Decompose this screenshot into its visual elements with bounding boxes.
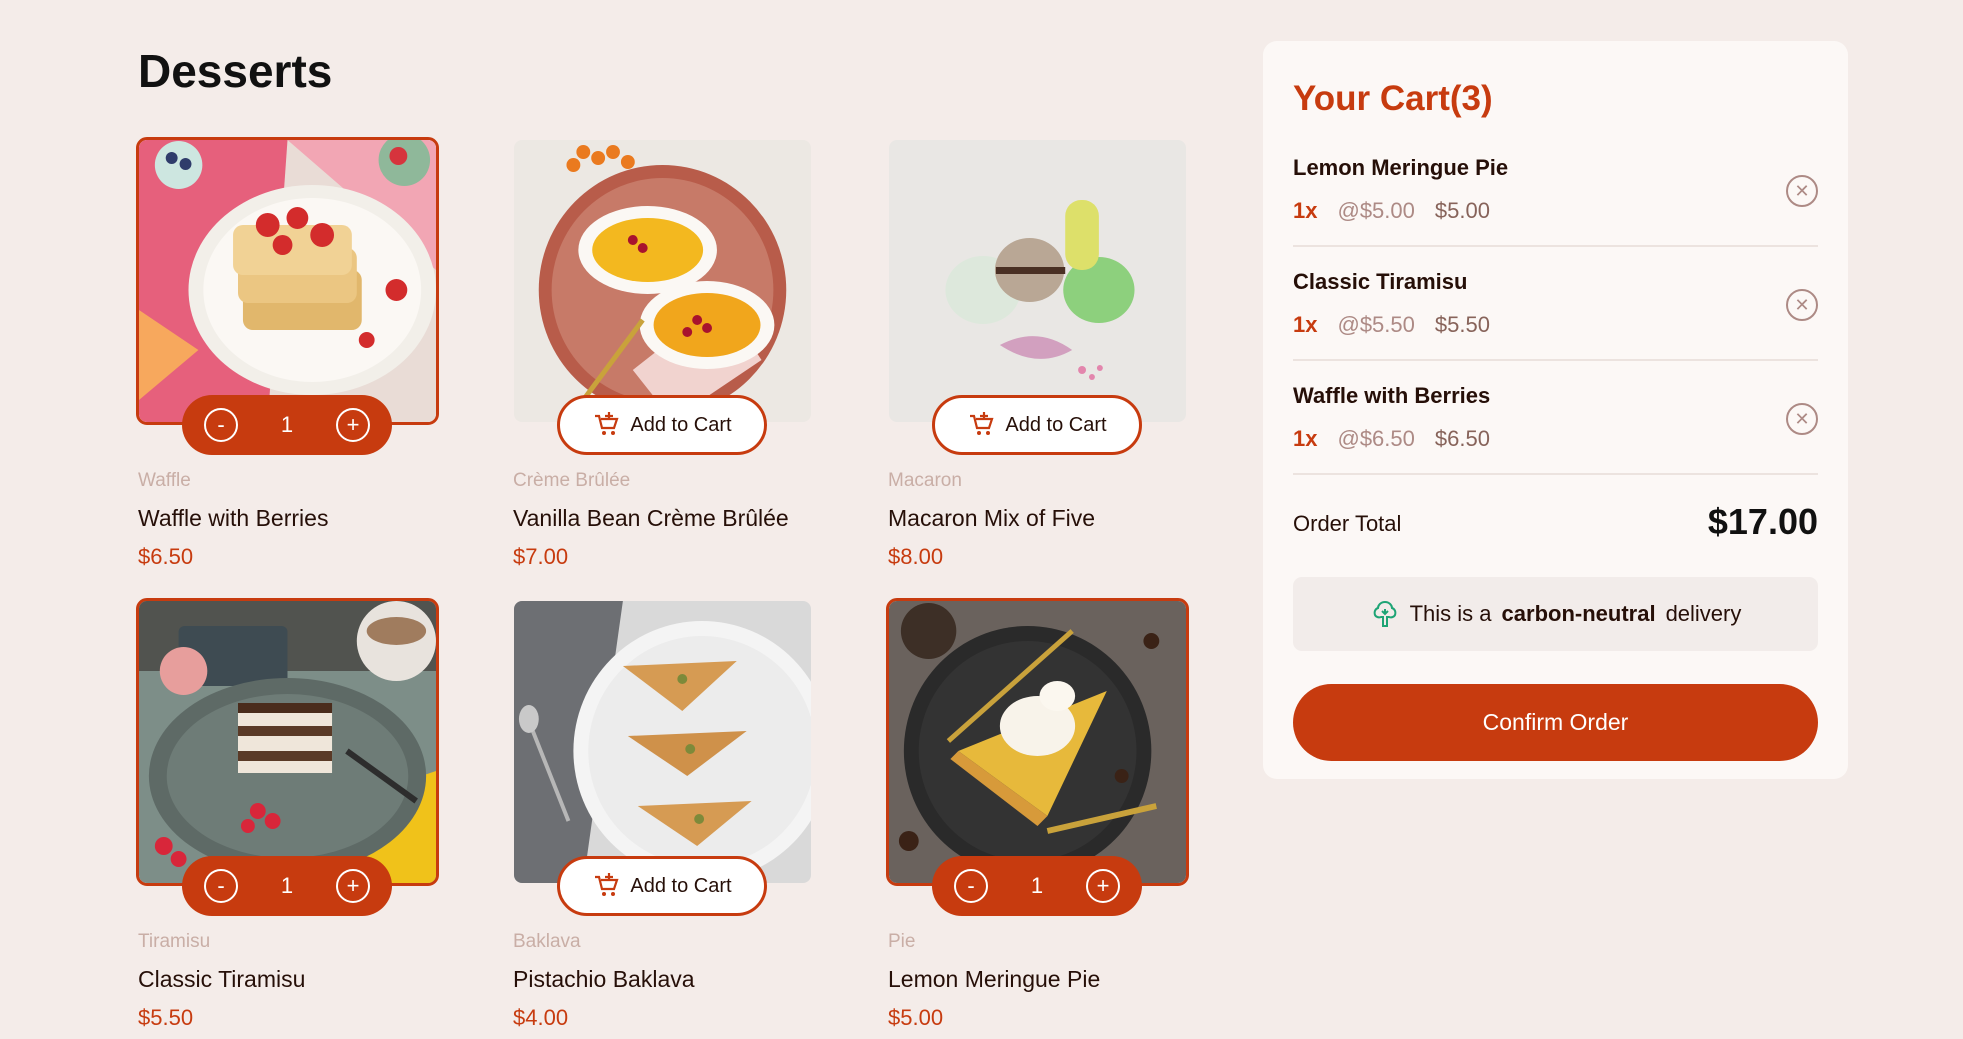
cart-item-total: $5.00 xyxy=(1434,198,1490,223)
product-price: $5.00 xyxy=(888,1005,944,1030)
carbon-prefix: This is a xyxy=(1409,601,1492,626)
product-category: Tiramisu xyxy=(138,931,211,952)
cart-item-name: Classic Tiramisu xyxy=(1293,269,1468,294)
product-category: Macaron xyxy=(888,470,962,491)
cart-plus-icon xyxy=(595,873,619,896)
product-card-macaron: Add to Cart Macaron Macaron Mix of Five … xyxy=(886,137,1189,577)
order-total-label: Order Total xyxy=(1293,511,1402,536)
remove-item-button[interactable]: ✕ xyxy=(1786,403,1818,435)
cart-item-unit-price: @$6.50 xyxy=(1337,426,1415,451)
cart-item-qty: 1x xyxy=(1293,426,1318,451)
cart-title-text: Your Cart xyxy=(1293,79,1450,118)
cart-item-total: $5.50 xyxy=(1434,312,1490,337)
quantity-value: 1 xyxy=(280,873,294,898)
cart-item-qty: 1x xyxy=(1293,198,1318,223)
quantity-value: 1 xyxy=(280,412,294,437)
carbon-neutral-notice: This is a carbon-neutral delivery xyxy=(1293,577,1818,651)
tree-icon xyxy=(1373,600,1396,627)
product-image-pie xyxy=(886,598,1189,886)
product-name: Waffle with Berries xyxy=(138,505,329,531)
cart-item-unit-price: @$5.50 xyxy=(1337,312,1415,337)
confirm-order-button[interactable]: Confirm Order xyxy=(1293,684,1818,761)
increment-button[interactable]: + xyxy=(1086,869,1120,903)
product-image-macaron xyxy=(886,137,1189,425)
product-price: $4.00 xyxy=(513,1005,569,1030)
quantity-stepper: - 1 + xyxy=(182,856,392,916)
cart-item-name: Lemon Meringue Pie xyxy=(1293,155,1509,180)
product-category: Crème Brûlée xyxy=(513,470,631,491)
product-grid: - 1 + Waffle Waffle with Berries $6.50 A… xyxy=(136,137,1189,1038)
cart-item-meta: 1x @$6.50 $6.50 xyxy=(1293,426,1490,452)
cart-item: Waffle with Berries 1x @$6.50 $6.50 ✕ xyxy=(1293,361,1818,475)
product-price: $7.00 xyxy=(513,544,569,569)
carbon-bold: carbon-neutral xyxy=(1501,601,1656,626)
quantity-stepper: - 1 + xyxy=(182,395,392,455)
cart-item-meta: 1x @$5.00 $5.00 xyxy=(1293,198,1490,224)
cart-plus-icon xyxy=(970,412,994,435)
add-to-cart-button[interactable]: Add to Cart xyxy=(932,395,1142,455)
cart-plus-icon xyxy=(595,412,619,435)
add-to-cart-label: Add to Cart xyxy=(1005,413,1107,436)
cart-count: (3) xyxy=(1449,79,1493,118)
order-total: Order Total $17.00 xyxy=(1293,475,1818,575)
product-image-baklava xyxy=(511,598,814,886)
close-icon: ✕ xyxy=(1794,295,1810,315)
cart-panel: Your Cart (3) Lemon Meringue Pie 1x @$5.0… xyxy=(1263,41,1848,779)
cart-title: Your Cart (3) xyxy=(1293,79,1818,119)
cart-item-total: $6.50 xyxy=(1434,426,1490,451)
product-image-waffle xyxy=(136,137,439,425)
product-category: Baklava xyxy=(513,931,581,952)
decrement-button[interactable]: - xyxy=(954,869,988,903)
add-to-cart-label: Add to Cart xyxy=(630,874,732,897)
product-name: Vanilla Bean Crème Brûlée xyxy=(513,505,789,531)
increment-button[interactable]: + xyxy=(336,408,370,442)
add-to-cart-button[interactable]: Add to Cart xyxy=(557,395,767,455)
close-icon: ✕ xyxy=(1794,181,1810,201)
cart-item: Lemon Meringue Pie 1x @$5.00 $5.00 ✕ xyxy=(1293,133,1818,247)
add-to-cart-label: Add to Cart xyxy=(630,413,732,436)
quantity-stepper: - 1 + xyxy=(932,856,1142,916)
product-card-waffle: - 1 + Waffle Waffle with Berries $6.50 xyxy=(136,137,439,577)
product-image-creme-brulee xyxy=(511,137,814,425)
cart-item-meta: 1x @$5.50 $5.50 xyxy=(1293,312,1490,338)
product-category: Waffle xyxy=(138,470,191,491)
decrement-button[interactable]: - xyxy=(204,408,238,442)
product-card-baklava: Add to Cart Baklava Pistachio Baklava $4… xyxy=(511,598,814,1038)
product-name: Macaron Mix of Five xyxy=(888,505,1096,531)
cart-item-unit-price: @$5.00 xyxy=(1337,198,1415,223)
increment-button[interactable]: + xyxy=(336,869,370,903)
close-icon: ✕ xyxy=(1794,409,1810,429)
carbon-suffix: delivery xyxy=(1665,601,1742,626)
product-category: Pie xyxy=(888,931,916,952)
order-total-value: $17.00 xyxy=(1707,501,1818,542)
product-price: $6.50 xyxy=(138,544,194,569)
product-card-creme-brulee: Add to Cart Crème Brûlée Vanilla Bean Cr… xyxy=(511,137,814,577)
quantity-value: 1 xyxy=(1030,873,1044,898)
page-title: Desserts xyxy=(138,45,333,97)
product-name: Pistachio Baklava xyxy=(513,966,695,992)
product-price: $5.50 xyxy=(138,1005,194,1030)
cart-item-qty: 1x xyxy=(1293,312,1318,337)
product-card-pie: - 1 + Pie Lemon Meringue Pie $5.00 xyxy=(886,598,1189,1038)
product-name: Classic Tiramisu xyxy=(138,966,306,992)
cart-item: Classic Tiramisu 1x @$5.50 $5.50 ✕ xyxy=(1293,247,1818,361)
add-to-cart-button[interactable]: Add to Cart xyxy=(557,856,767,916)
cart-item-list: Lemon Meringue Pie 1x @$5.00 $5.00 ✕ Cla… xyxy=(1293,133,1818,475)
remove-item-button[interactable]: ✕ xyxy=(1786,289,1818,321)
decrement-button[interactable]: - xyxy=(204,869,238,903)
product-card-tiramisu: - 1 + Tiramisu Classic Tiramisu $5.50 xyxy=(136,598,439,1038)
cart-item-name: Waffle with Berries xyxy=(1293,383,1491,408)
product-name: Lemon Meringue Pie xyxy=(888,966,1101,992)
remove-item-button[interactable]: ✕ xyxy=(1786,175,1818,207)
product-price: $8.00 xyxy=(888,544,944,569)
product-image-tiramisu xyxy=(136,598,439,886)
